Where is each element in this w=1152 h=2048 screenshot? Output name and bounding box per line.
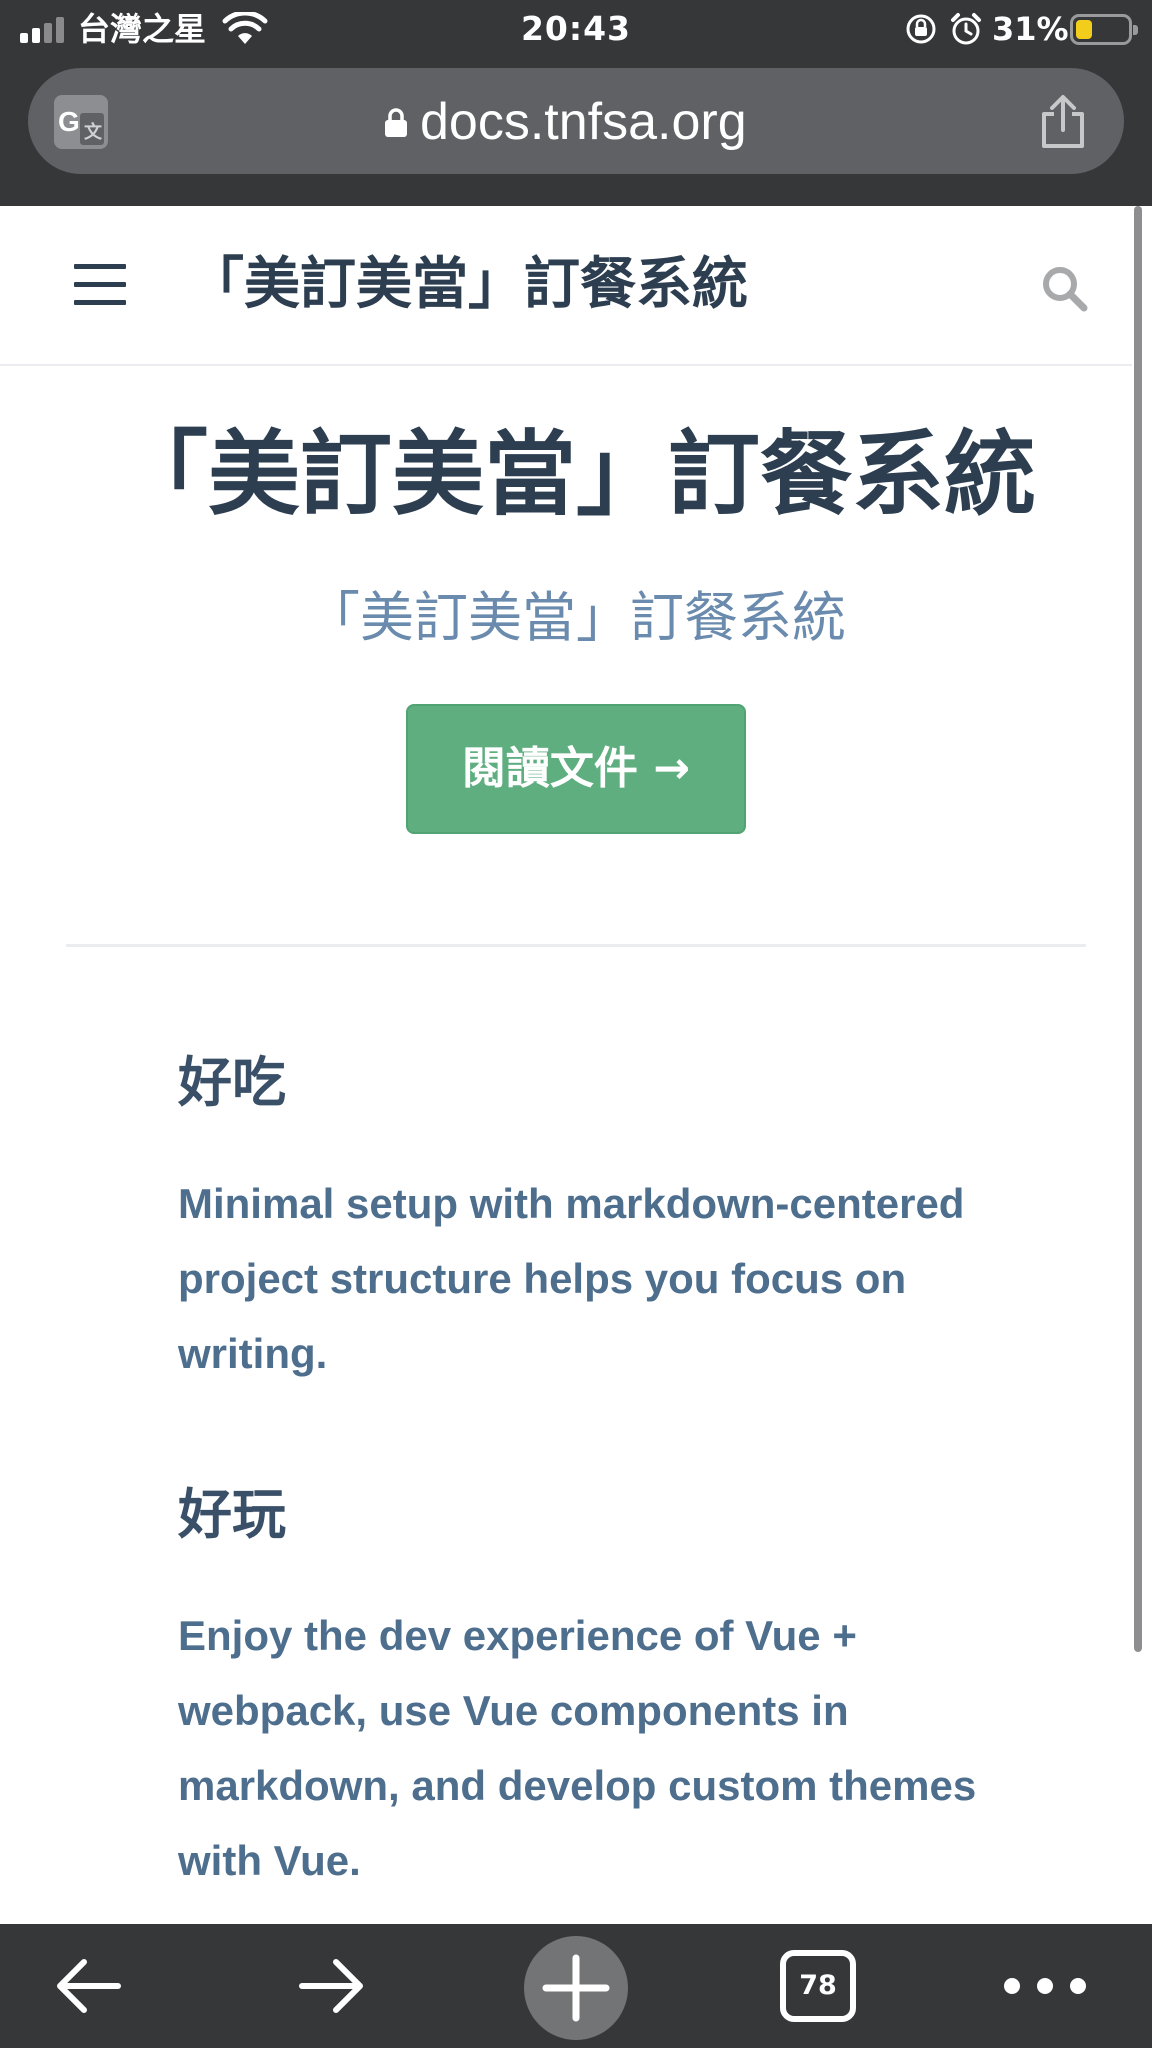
- site-title[interactable]: 「美訂美當」訂餐系統: [188, 250, 748, 320]
- divider: [66, 944, 1086, 947]
- search-icon[interactable]: [1040, 264, 1088, 312]
- feature-title: 好玩: [178, 1483, 286, 1546]
- battery-level-fill: [1076, 20, 1092, 39]
- translate-icon[interactable]: G 文: [52, 93, 110, 151]
- more-icon[interactable]: [1002, 1946, 1088, 2026]
- new-tab-button[interactable]: [524, 1936, 628, 2040]
- site-navbar: 「美訂美當」訂餐系統: [0, 206, 1132, 366]
- svg-text:文: 文: [84, 121, 103, 142]
- tab-count: 78: [799, 1970, 837, 2001]
- browser-bottom-toolbar: 78: [0, 1924, 1152, 2048]
- lock-icon: [385, 108, 407, 137]
- browser-toolbar: G 文 docs.tnfsa.org: [0, 58, 1152, 206]
- back-arrow-icon[interactable]: [48, 1946, 128, 2026]
- alarm-icon: [951, 13, 981, 45]
- hero-description: 「美訂美當」訂餐系統: [306, 586, 846, 649]
- feature-item: 好玩 Enjoy the dev experience of Vue + web…: [178, 1480, 1038, 1898]
- tabs-icon[interactable]: 78: [780, 1950, 856, 2022]
- forward-arrow-icon[interactable]: [292, 1946, 372, 2026]
- url-text[interactable]: docs.tnfsa.org: [420, 92, 747, 152]
- feature-details: Minimal setup with markdown-centered pro…: [178, 1180, 965, 1377]
- feature-item: 好吃 Minimal setup with markdown-centered …: [178, 1048, 1038, 1391]
- rotation-lock-icon: [906, 14, 936, 44]
- battery-icon: [1070, 14, 1138, 45]
- feature-title: 好吃: [178, 1051, 286, 1114]
- hero-title: 「美訂美當」訂餐系統: [115, 421, 1036, 528]
- svg-text:G: G: [58, 106, 80, 137]
- address-bar[interactable]: G 文 docs.tnfsa.org: [28, 68, 1124, 174]
- menu-icon[interactable]: [74, 264, 126, 306]
- share-icon[interactable]: [1038, 94, 1088, 150]
- read-docs-button[interactable]: 閱讀文件 →: [406, 704, 746, 834]
- status-bar: 台灣之星 20:43 31%: [0, 0, 1152, 58]
- plus-icon: [542, 1954, 610, 2022]
- feature-details: Enjoy the dev experience of Vue + webpac…: [178, 1612, 977, 1884]
- battery-percent: 31%: [992, 10, 1069, 48]
